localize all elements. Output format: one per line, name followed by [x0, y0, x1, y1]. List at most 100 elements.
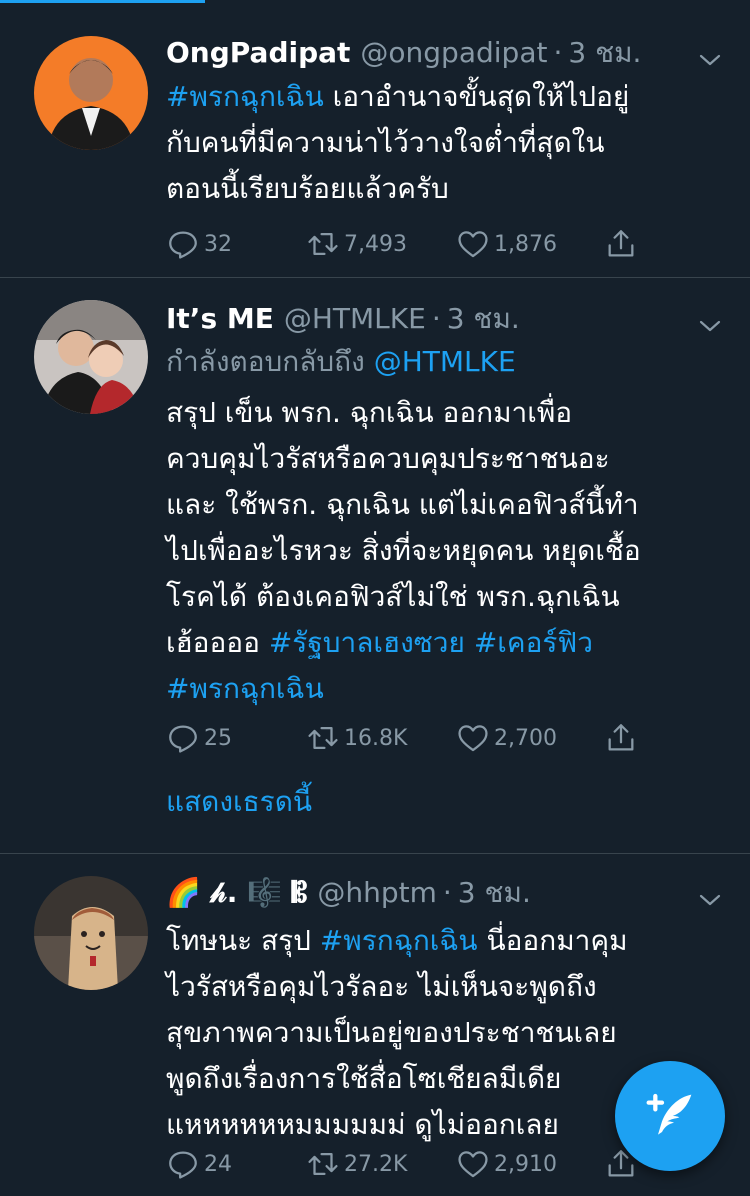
avatar[interactable]	[34, 876, 148, 990]
like-button[interactable]: 2,910	[456, 1147, 604, 1181]
share-icon	[608, 724, 634, 751]
share-button[interactable]	[604, 227, 644, 261]
tweet-text-line: ไปเพื่ออะไรหวะ สิ่งที่จะหยุดคน หยุดเชื้อ	[166, 528, 730, 574]
reply-button[interactable]: 32	[166, 227, 306, 261]
tweet-text-line: และ ใช้พรก. ฉุกเฉิน แต่ไม่เคอฟิวส์นี้ทำ	[166, 482, 730, 528]
timestamp[interactable]: 3 ชม.	[568, 32, 641, 74]
tweet-actions: 25 16.8K 2,700	[166, 718, 644, 758]
tweet-text-line: #พรกฉุกเฉิน เอาอำนาจขั้นสุดให้ไปอยู่	[166, 74, 730, 120]
handle[interactable]: @hhptm	[317, 872, 437, 914]
reply-count: 25	[204, 725, 232, 751]
tweet-text-segment: ควบคุมไวรัสหรือควบคุมประชาชนอะ	[166, 442, 610, 475]
replying-to: กำลังตอบกลับถึง @HTMLKE	[166, 340, 730, 384]
reply-count: 32	[204, 231, 232, 257]
handle[interactable]: @ongpadipat	[360, 32, 547, 74]
tweet-text-line: โรคได้ ต้องเคอฟิวส์ไม่ใช่ พรก.ฉุกเฉิน	[166, 574, 730, 620]
heart-icon	[458, 1151, 488, 1178]
tweet-header: OngPadipat @ongpadipat · 3 ชม.	[166, 32, 730, 74]
tweet-text-line: กับคนที่มีความน่าไว้วางใจต่ำที่สุดใน	[166, 120, 730, 166]
avatar[interactable]	[34, 300, 148, 414]
like-count: 2,910	[494, 1151, 557, 1177]
retweet-button[interactable]: 7,493	[306, 227, 456, 261]
hashtag-link[interactable]: #พรกฉุกเฉิน	[320, 924, 478, 957]
heart-icon	[458, 725, 488, 752]
tweet-header: It’s ME @HTMLKE · 3 ชม.	[166, 298, 730, 340]
separator-dot: ·	[553, 36, 563, 69]
tweet-text-line: ตอนนี้เรียบร้อยแล้วครับ	[166, 166, 730, 212]
tweet-text-segment: แหหหหหหมมมมมม่ ดูไม่ออกเลย	[166, 1108, 559, 1141]
tweet-text-line: โทษนะ สรุป #พรกฉุกเฉิน นี่ออกมาคุม	[166, 918, 730, 964]
tweet-text-segment: โทษนะ สรุป	[166, 924, 320, 957]
separator-dot: ·	[431, 302, 441, 335]
tweet-text-segment: เอาอำนาจขั้นสุดให้ไปอยู่	[323, 80, 630, 113]
reply-button[interactable]: 24	[166, 1147, 306, 1181]
retweet-icon	[308, 726, 338, 750]
tweet-text-segment: กับคนที่มีความน่าไว้วางใจต่ำที่สุดใน	[166, 126, 605, 159]
reply-icon	[169, 1151, 197, 1179]
reply-icon	[169, 231, 197, 259]
like-count: 1,876	[494, 231, 557, 257]
like-count: 2,700	[494, 725, 557, 751]
heart-icon	[458, 231, 488, 258]
display-name[interactable]: It’s ME	[166, 298, 274, 340]
replying-to-label: กำลังตอบกลับถึง	[166, 345, 365, 378]
retweet-icon	[308, 1152, 338, 1176]
hashtag-link[interactable]: #พรกฉุกเฉิน	[166, 672, 324, 705]
retweet-button[interactable]: 27.2K	[306, 1147, 456, 1181]
display-name[interactable]: 🌈 𝒽. 🎼 𝄡	[166, 872, 307, 914]
reply-icon	[169, 725, 197, 753]
tweet-text-segment: ตอนนี้เรียบร้อยแล้วครับ	[166, 172, 449, 205]
tweet-text-segment: และ ใช้พรก. ฉุกเฉิน แต่ไม่เคอฟิวส์นี้ทำ	[166, 488, 639, 521]
share-icon	[608, 230, 634, 257]
replying-to-mention[interactable]: @HTMLKE	[374, 345, 516, 378]
tweet-actions: 24 27.2K 2,910	[166, 1144, 644, 1184]
tweet-actions: 32 7,493 1,876	[166, 224, 730, 264]
timestamp[interactable]: 3 ชม.	[458, 872, 531, 914]
share-button[interactable]	[604, 721, 644, 755]
tweet-text-line: สุขภาพความเป็นอยู่ของประชาชนเลย	[166, 1010, 730, 1056]
timestamp[interactable]: 3 ชม.	[447, 298, 520, 340]
hashtag-link[interactable]: #รัฐบาลเฮงซวย	[269, 626, 465, 659]
hashtag-link[interactable]: #พรกฉุกเฉิน	[166, 80, 324, 113]
like-button[interactable]: 2,700	[456, 721, 604, 755]
tweet-text-line: สรุป เข็น พรก. ฉุกเฉิน ออกมาเพื่อ	[166, 390, 730, 436]
display-name[interactable]: OngPadipat	[166, 32, 350, 74]
tweet-text-segment: พูดถึงเรื่องการใช้สื่อโซเชียลมีเดีย	[166, 1062, 562, 1095]
tweet-text-segment: สุขภาพความเป็นอยู่ของประชาชนเลย	[166, 1016, 617, 1049]
tweet-text-segment: นี่ออกมาคุม	[477, 924, 628, 957]
tweet-text-line: เฮ้ออออ #รัฐบาลเฮงซวย #เคอร์ฟิว	[166, 620, 730, 666]
top-progress-bar	[0, 0, 750, 3]
chevron-down-icon[interactable]	[698, 308, 722, 332]
tweet-header: 🌈 𝒽. 🎼 𝄡 @hhptm · 3 ชม.	[166, 872, 730, 914]
hashtag-link[interactable]: #เคอร์ฟิว	[474, 626, 593, 659]
tweet-text-line: #พรกฉุกเฉิน	[166, 666, 730, 712]
like-button[interactable]: 1,876	[456, 227, 604, 261]
retweet-count: 27.2K	[344, 1151, 408, 1177]
tweet-text-segment: เฮ้ออออ	[166, 626, 269, 659]
retweet-count: 7,493	[344, 231, 407, 257]
handle[interactable]: @HTMLKE	[284, 298, 426, 340]
reply-count: 24	[204, 1151, 232, 1177]
separator-dot: ·	[442, 876, 452, 909]
compose-tweet-icon	[646, 1093, 692, 1135]
tweet-text-line: ควบคุมไวรัสหรือควบคุมประชาชนอะ	[166, 436, 730, 482]
tweet-text-segment	[465, 626, 474, 659]
retweet-button[interactable]: 16.8K	[306, 721, 456, 755]
tweet-text-segment: ไปเพื่ออะไรหวะ สิ่งที่จะหยุดคน หยุดเชื้อ	[166, 534, 641, 567]
tweet[interactable]: OngPadipat @ongpadipat · 3 ชม. #พรกฉุกเฉ…	[0, 4, 750, 278]
chevron-down-icon[interactable]	[698, 882, 722, 906]
reply-button[interactable]: 25	[166, 721, 306, 755]
chevron-down-icon[interactable]	[698, 42, 722, 66]
tweet-text-segment: ไวรัสหรือคุมไวรัลอะ ไม่เห็นจะพูดถึง	[166, 970, 597, 1003]
show-thread-link[interactable]: แสดงเธรดนี้	[166, 780, 312, 824]
tweet-text: สรุป เข็น พรก. ฉุกเฉิน ออกมาเพื่อควบคุมไ…	[166, 390, 730, 712]
tweet[interactable]: It’s ME @HTMLKE · 3 ชม. กำลังตอบกลับถึง …	[0, 278, 750, 854]
tweet-text-segment: สรุป เข็น พรก. ฉุกเฉิน ออกมาเพื่อ	[166, 396, 573, 429]
tweet-text: #พรกฉุกเฉิน เอาอำนาจขั้นสุดให้ไปอยู่กับค…	[166, 74, 730, 212]
retweet-icon	[308, 232, 338, 256]
avatar[interactable]	[34, 36, 148, 150]
retweet-count: 16.8K	[344, 725, 408, 751]
compose-tweet-button[interactable]	[615, 1061, 725, 1171]
tweet-text-line: ไวรัสหรือคุมไวรัลอะ ไม่เห็นจะพูดถึง	[166, 964, 730, 1010]
tweet-text-segment: โรคได้ ต้องเคอฟิวส์ไม่ใช่ พรก.ฉุกเฉิน	[166, 580, 620, 613]
